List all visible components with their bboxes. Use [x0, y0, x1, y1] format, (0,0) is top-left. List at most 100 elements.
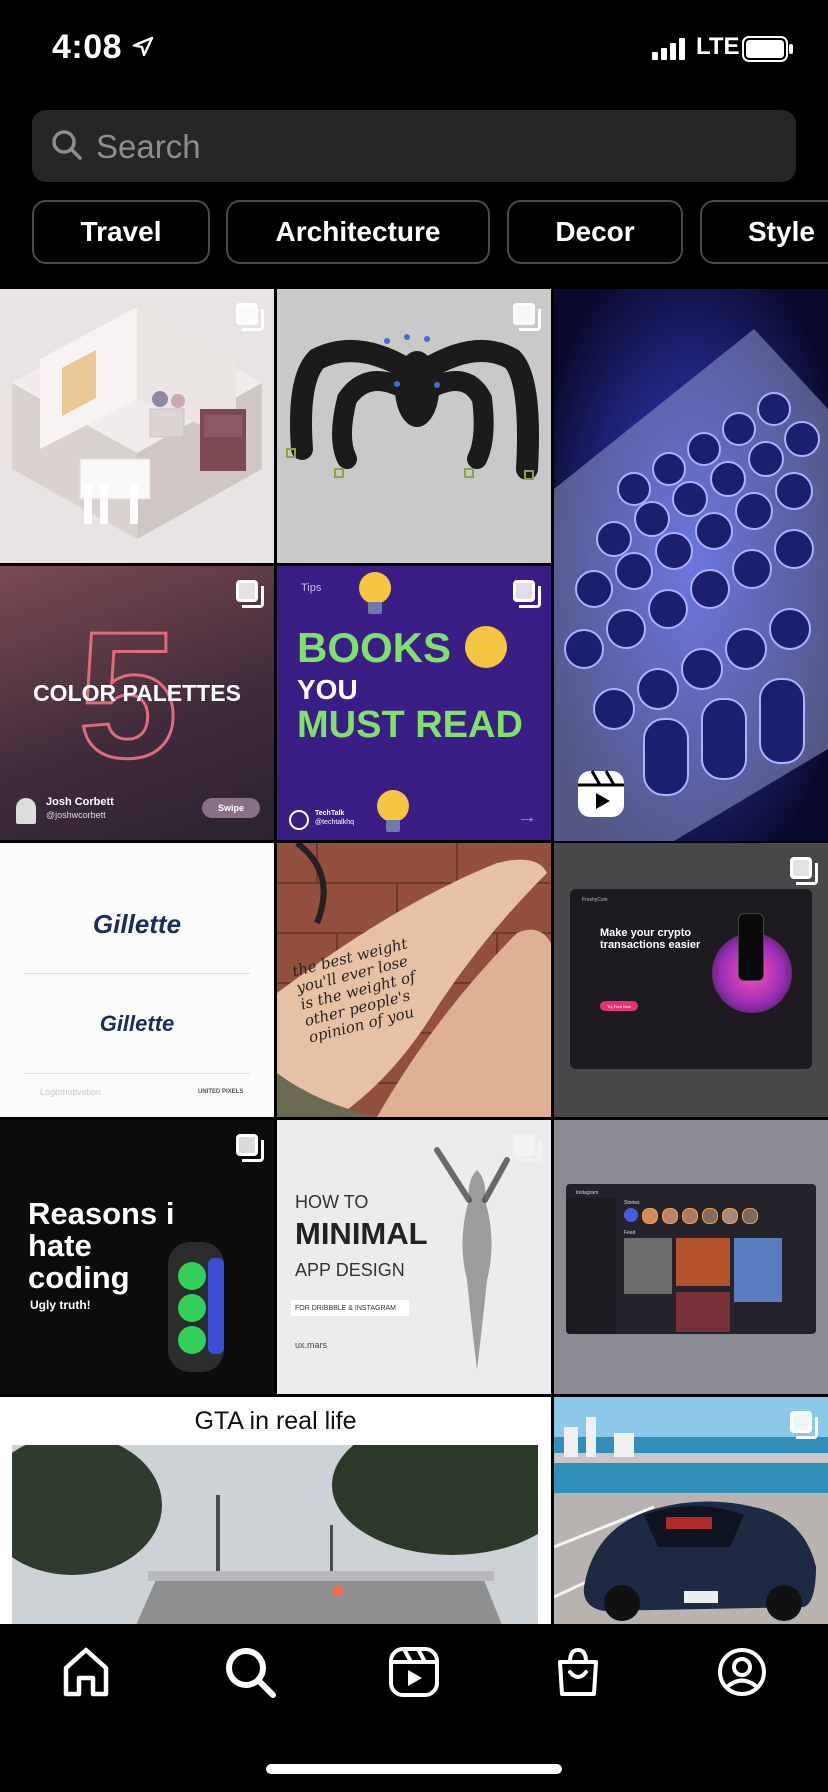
minimal-line4: FOR DRIBBBLE & INSTAGRAM: [295, 1304, 396, 1312]
feed-photo: [734, 1238, 782, 1302]
minimal-line3: APP DESIGN: [295, 1260, 405, 1280]
dashboard-brand: Instagram: [576, 1190, 599, 1196]
books-line3: MUST READ: [297, 704, 523, 746]
battery-icon: [742, 36, 793, 62]
feed-photo: [676, 1292, 730, 1332]
carousel-icon: [790, 1411, 818, 1439]
brand-handle: @techtalkhq: [315, 819, 355, 826]
post-blue-keyboard[interactable]: [554, 289, 828, 841]
location-arrow-icon: [132, 36, 154, 57]
divider: [24, 973, 250, 974]
gta-title: GTA in real life: [194, 1407, 357, 1435]
post-color-palettes[interactable]: 5 COLOR PALETTES Josh Corbett @joshwcorb…: [0, 566, 274, 840]
search-input[interactable]: Search: [96, 128, 201, 166]
chip-architecture[interactable]: Architecture: [226, 200, 490, 264]
blue-keyboard-image: [554, 289, 828, 841]
dashboard-stories-label: Stories: [624, 1200, 640, 1206]
post-minimal-app-design[interactable]: HOW TO MINIMAL APP DESIGN FOR DRIBBBLE &…: [277, 1120, 551, 1394]
nsx-car-photo: [554, 1397, 828, 1624]
home-indicator[interactable]: [266, 1764, 562, 1774]
chip-decor[interactable]: Decor: [507, 200, 683, 264]
carousel-icon: [236, 857, 264, 885]
crypto-cta-label: Try Free Now: [606, 1003, 632, 1009]
chip-travel[interactable]: Travel: [32, 200, 210, 264]
books-line1: BOOKS: [297, 624, 452, 671]
crypto-card: FreshyCoin Make your crypto transactions…: [570, 889, 812, 1069]
brand-logo-icon: [289, 810, 309, 830]
post-nsx-car[interactable]: [554, 1397, 828, 1624]
post-crypto-landing[interactable]: FreshyCoin Make your crypto transactions…: [554, 843, 828, 1117]
explore-grid: 5 COLOR PALETTES Josh Corbett @joshwcorb…: [0, 289, 828, 1624]
gta-video-frame: [12, 1445, 538, 1624]
home-icon[interactable]: [58, 1644, 114, 1700]
nerd-emoji-icon: [465, 626, 507, 668]
author-name: Josh Corbett: [46, 796, 114, 808]
chip-style[interactable]: Style: [700, 200, 828, 264]
carousel-icon: [236, 303, 264, 331]
arrow-right-icon: →: [517, 806, 537, 828]
feed-photo: [676, 1238, 730, 1286]
swipe-pill: Swipe: [202, 798, 260, 818]
post-isometric-room[interactable]: [0, 289, 274, 563]
reels-icon: [578, 770, 624, 817]
coding-sub: Ugly truth!: [30, 1298, 91, 1312]
post-gillette-logo[interactable]: Gillette Gillette Logomotivation UNITED …: [0, 843, 274, 1117]
credit-right: UNITED PIXELS: [198, 1089, 244, 1095]
lightbulb-icon: [359, 572, 391, 614]
reels-icon[interactable]: [386, 1644, 442, 1700]
author-handle: @joshwcorbett: [46, 810, 106, 820]
network-type: LTE: [696, 33, 740, 60]
search-icon: [52, 130, 82, 160]
carousel-icon: [513, 1134, 541, 1162]
palettes-title: COLOR PALETTES: [33, 680, 241, 706]
search-icon[interactable]: [222, 1644, 278, 1700]
tips-tag: Tips: [301, 582, 322, 594]
coding-line2: hate: [28, 1228, 92, 1263]
author-avatar: [16, 798, 36, 824]
status-time: 4:08: [52, 28, 123, 66]
cellular-signal-icon: [652, 38, 685, 60]
post-hate-coding[interactable]: Reasons i hate coding Ugly truth!: [0, 1120, 274, 1394]
shop-icon[interactable]: [550, 1644, 606, 1700]
post-books-must-read[interactable]: Tips BOOKS YOU MUST READ TechTalk @techt…: [277, 566, 551, 840]
minimal-tag: FOR DRIBBBLE & INSTAGRAM: [291, 1300, 409, 1316]
post-gta-real-life[interactable]: GTA in real life: [0, 1397, 551, 1624]
coding-line3: coding: [28, 1260, 130, 1295]
isometric-room-image: [12, 307, 262, 539]
dashboard-card: Instagram Stories Feed: [566, 1184, 816, 1334]
gillette-logo-bottom: Gillette: [99, 1011, 175, 1036]
carousel-icon: [513, 303, 541, 331]
post-dashboard-ui[interactable]: Instagram Stories Feed: [554, 1120, 828, 1394]
traffic-light-icon: [168, 1242, 224, 1372]
carousel-icon: [236, 580, 264, 608]
status-bar: 4:08 LTE: [0, 0, 828, 100]
credit-left: Logomotivation: [40, 1087, 102, 1097]
carousel-icon: [790, 857, 818, 885]
minimal-line2: MINIMAL: [295, 1216, 428, 1251]
crypto-headline: Make your crypto transactions easier: [600, 927, 701, 951]
brand-name: TechTalk: [315, 810, 345, 817]
gillette-logo-top: Gillette: [92, 909, 182, 939]
spider-rig-image: [286, 334, 539, 480]
books-line2: YOU: [297, 674, 358, 705]
search-bar[interactable]: Search: [32, 110, 796, 182]
post-legs-quote[interactable]: the best weight you'll ever lose is the …: [277, 843, 551, 1117]
coding-line1: Reasons i: [28, 1196, 175, 1231]
post-spider-rig[interactable]: [277, 289, 551, 563]
lightbulb-icon: [377, 790, 409, 832]
topic-chips: Travel Architecture Decor Style: [32, 200, 828, 268]
phone-mockup: [738, 913, 764, 981]
carousel-icon: [513, 580, 541, 608]
dashboard-sidebar: [566, 1198, 616, 1334]
carousel-icon: [236, 1134, 264, 1162]
minimal-author: ux.mars: [295, 1340, 328, 1350]
minimal-line1: HOW TO: [295, 1192, 369, 1212]
silhouette-figure: [434, 1147, 510, 1370]
swipe-label: Swipe: [217, 803, 244, 813]
crypto-cta-button: Try Free Now: [600, 1001, 638, 1011]
dashboard-feed-label: Feed: [624, 1230, 636, 1236]
profile-icon[interactable]: [714, 1644, 770, 1700]
stories-row: [624, 1208, 758, 1224]
crypto-brand: FreshyCoin: [582, 897, 608, 903]
divider: [24, 1073, 250, 1074]
